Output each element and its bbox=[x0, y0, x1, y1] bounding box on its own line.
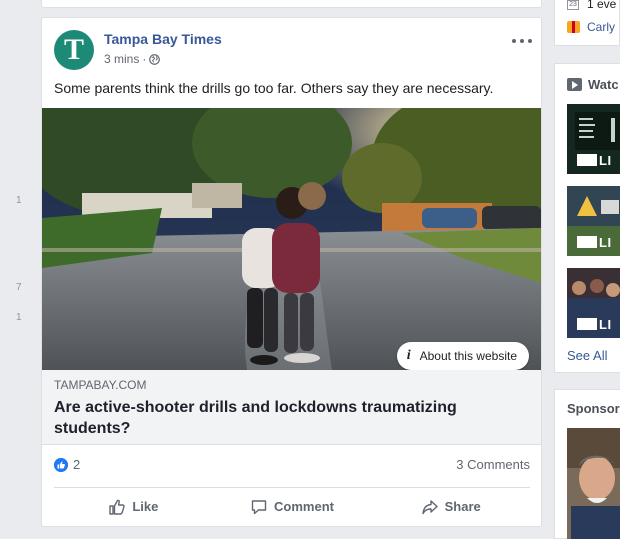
watch-thumbnail-2[interactable]: LI bbox=[567, 186, 620, 256]
gutter-number: 1 bbox=[16, 195, 22, 206]
thumbs-up-icon bbox=[109, 499, 125, 515]
link-domain: TAMPABAY.COM bbox=[54, 378, 147, 392]
gift-icon bbox=[567, 21, 580, 33]
page-name-link[interactable]: Tampa Bay Times bbox=[104, 31, 222, 47]
sponsored-title: Sponsor bbox=[567, 401, 620, 416]
share-label: Share bbox=[444, 499, 481, 514]
watch-box: Watc LI LI LI See All bbox=[554, 63, 620, 373]
watch-video-icon bbox=[567, 78, 582, 91]
page-avatar[interactable]: T bbox=[54, 30, 94, 70]
gutter-number: 7 bbox=[16, 282, 22, 293]
reaction-count[interactable]: 2 bbox=[73, 457, 80, 472]
post-header: T Tampa Bay Times 3 mins · bbox=[54, 30, 532, 70]
globe-icon[interactable] bbox=[149, 53, 161, 65]
watch-title[interactable]: Watc bbox=[588, 77, 619, 92]
link-preview-image[interactable]: i About this website bbox=[42, 108, 541, 370]
link-caption[interactable]: TAMPABAY.COM Are active-shooter drills a… bbox=[42, 370, 541, 445]
live-badge: LI bbox=[577, 317, 612, 332]
sponsored-box: Sponsor bbox=[554, 389, 620, 539]
share-button[interactable]: Share bbox=[371, 488, 530, 525]
see-all-link[interactable]: See All bbox=[567, 348, 607, 363]
share-arrow-icon bbox=[421, 499, 438, 514]
link-title[interactable]: Are active-shooter drills and lockdowns … bbox=[54, 397, 524, 439]
watch-thumbnail-3[interactable]: LI bbox=[567, 268, 620, 338]
live-badge: LI bbox=[577, 235, 612, 250]
watch-thumbnail-1[interactable]: LI bbox=[567, 104, 620, 174]
post-meta: 3 mins · bbox=[104, 52, 161, 66]
reactions-summary: 2 3 Comments bbox=[54, 454, 530, 476]
post-action-bar: Like Comment Share bbox=[54, 487, 530, 525]
comments-count[interactable]: 3 Comments bbox=[456, 457, 530, 472]
previous-post-bottom bbox=[41, 0, 542, 8]
about-this-website-label: About this website bbox=[419, 349, 517, 363]
about-this-website-button[interactable]: i About this website bbox=[396, 342, 529, 370]
calendar-icon: 23 bbox=[567, 0, 579, 10]
like-button[interactable]: Like bbox=[54, 488, 213, 525]
comment-icon bbox=[251, 499, 267, 514]
events-birthdays-box: 23 1 eve Carly bbox=[554, 0, 620, 46]
gutter-number: 1 bbox=[16, 312, 22, 323]
post-text: Some parents think the drills go too far… bbox=[54, 80, 494, 96]
live-badge: LI bbox=[577, 153, 612, 168]
man-portrait-ad bbox=[567, 428, 620, 539]
comment-button[interactable]: Comment bbox=[213, 488, 372, 525]
meta-separator: · bbox=[142, 52, 147, 66]
hugging-students-photo bbox=[42, 108, 541, 370]
events-link[interactable]: 1 eve bbox=[587, 0, 616, 11]
like-label: Like bbox=[132, 499, 159, 514]
info-icon: i bbox=[406, 348, 411, 363]
post-timestamp[interactable]: 3 mins bbox=[104, 52, 139, 66]
more-options-icon[interactable] bbox=[512, 34, 532, 48]
left-gutter: 1 7 1 bbox=[0, 0, 40, 539]
like-reaction-icon[interactable] bbox=[54, 458, 68, 472]
comment-label: Comment bbox=[274, 499, 334, 514]
news-feed-post: T Tampa Bay Times 3 mins · Some parents … bbox=[41, 17, 542, 527]
sponsored-ad-image[interactable] bbox=[567, 428, 620, 539]
birthday-link[interactable]: Carly bbox=[587, 20, 615, 34]
right-column: 23 1 eve Carly Watc LI LI LI See All Spo… bbox=[554, 0, 620, 539]
